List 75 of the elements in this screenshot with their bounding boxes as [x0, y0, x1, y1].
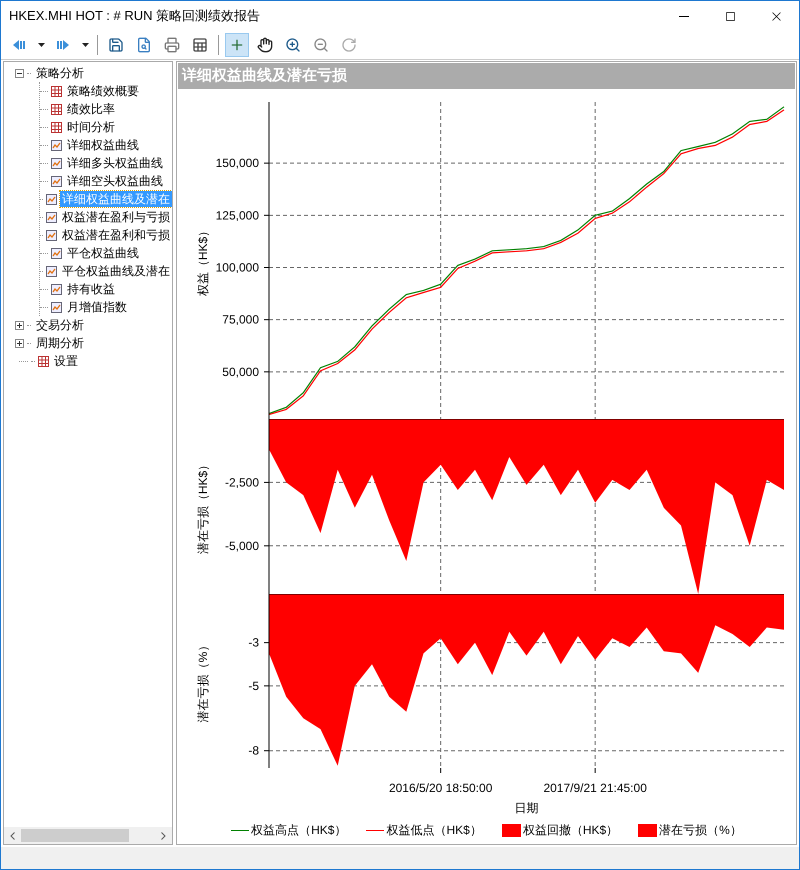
tree-item[interactable]: 策略绩效概要: [65, 83, 141, 99]
window-title: HKEX.MHI HOT : # RUN 策略回测绩效报告: [9, 7, 262, 26]
x-tick-label: 2016/5/20 18:50:00: [388, 781, 492, 795]
x-axis-label: 日期: [514, 801, 538, 815]
tree-item[interactable]: 绩效比率: [65, 101, 117, 117]
caret-icon: [38, 43, 44, 47]
tree-item[interactable]: 设置: [52, 353, 80, 369]
expand-icon[interactable]: [15, 320, 24, 330]
y-tick-label: 75,000: [222, 312, 259, 327]
step-forward-icon: [55, 37, 71, 53]
reset-icon: [341, 37, 357, 53]
legend-swatch: [502, 824, 521, 836]
preview-icon: [136, 37, 152, 53]
tree-item[interactable]: 月增值指数: [65, 299, 129, 315]
line-chart-icon: [51, 284, 62, 294]
tree-item[interactable]: 权益潜在盈利与亏损: [60, 209, 172, 225]
line-chart-icon: [51, 302, 62, 312]
scroll-left-icon: [10, 832, 15, 840]
tree-item[interactable]: 持有收益: [65, 281, 117, 297]
table-icon: [51, 122, 62, 132]
tree-item[interactable]: 详细空头权益曲线: [65, 173, 165, 189]
legend-label: 权益低点（HK$）: [386, 822, 482, 839]
zoom-in-icon: [285, 37, 301, 53]
x-tick-label: 2017/9/21 21:45:00: [543, 781, 647, 795]
line-chart-icon: [46, 266, 57, 276]
legend-swatch: [638, 824, 658, 836]
panel-title: 详细权益曲线及潜在亏损: [182, 66, 347, 86]
line-chart-icon: [46, 212, 57, 222]
tree-item[interactable]: 交易分析: [34, 317, 86, 333]
table-icon: [38, 356, 49, 366]
y-tick-label: -5: [248, 678, 259, 693]
zoom-out-icon: [313, 37, 329, 53]
line-chart-icon: [51, 248, 62, 258]
y-tick-label: -2,500: [224, 475, 259, 490]
table-icon: [51, 86, 62, 96]
line-chart-icon: [46, 230, 57, 240]
hand-icon: [257, 37, 273, 53]
line-chart-icon: [51, 140, 62, 150]
tree-item[interactable]: 时间分析: [65, 119, 117, 135]
table-icon: [51, 104, 62, 114]
y-tick-label: 100,000: [216, 260, 259, 274]
expand-icon[interactable]: [15, 338, 24, 348]
y-axis-label: 潜在亏损（HK$）: [196, 458, 210, 554]
tree-item[interactable]: 权益潜在盈利和亏损: [60, 227, 172, 243]
y-tick-label: -3: [248, 636, 259, 650]
line-chart-icon: [51, 176, 62, 186]
scroll-right-icon: [161, 832, 166, 840]
save-icon: [108, 37, 124, 53]
legend-label: 权益高点（HK$）: [251, 822, 346, 839]
caret-icon: [82, 43, 88, 47]
y-tick-label: -5,000: [224, 538, 259, 553]
table-icon: [192, 37, 208, 53]
tree-item[interactable]: 周期分析: [34, 335, 86, 351]
legend-label: 权益回撤（HK$）: [522, 822, 618, 839]
tree-item[interactable]: 详细多头权益曲线: [65, 155, 165, 171]
y-axis-label: 权益（HK$）: [196, 224, 210, 296]
y-axis-label: 潜在亏损（%）: [196, 640, 210, 722]
maximize-icon: [724, 10, 736, 22]
legend-label: 潜在亏损（%）: [659, 822, 742, 839]
y-tick-label: 50,000: [222, 364, 259, 379]
tree-item[interactable]: 平仓权益曲线及潜在: [60, 263, 172, 279]
step-back-icon: [11, 37, 27, 53]
tree-item[interactable]: 策略分析: [34, 65, 86, 81]
line-chart-icon: [46, 194, 57, 204]
line-chart-icon: [51, 158, 62, 168]
tree-item[interactable]: 详细权益曲线: [65, 137, 141, 153]
horizontal-scrollbar[interactable]: [4, 827, 172, 844]
tree-item[interactable]: 平仓权益曲线: [65, 245, 141, 261]
y-tick-label: -8: [248, 744, 259, 758]
crosshair-icon: [229, 37, 245, 53]
collapse-icon[interactable]: [15, 68, 24, 78]
y-tick-label: 150,000: [216, 156, 259, 170]
print-icon: [164, 37, 180, 53]
scrollbar-thumb[interactable]: [21, 829, 129, 842]
y-tick-label: 125,000: [216, 208, 259, 222]
